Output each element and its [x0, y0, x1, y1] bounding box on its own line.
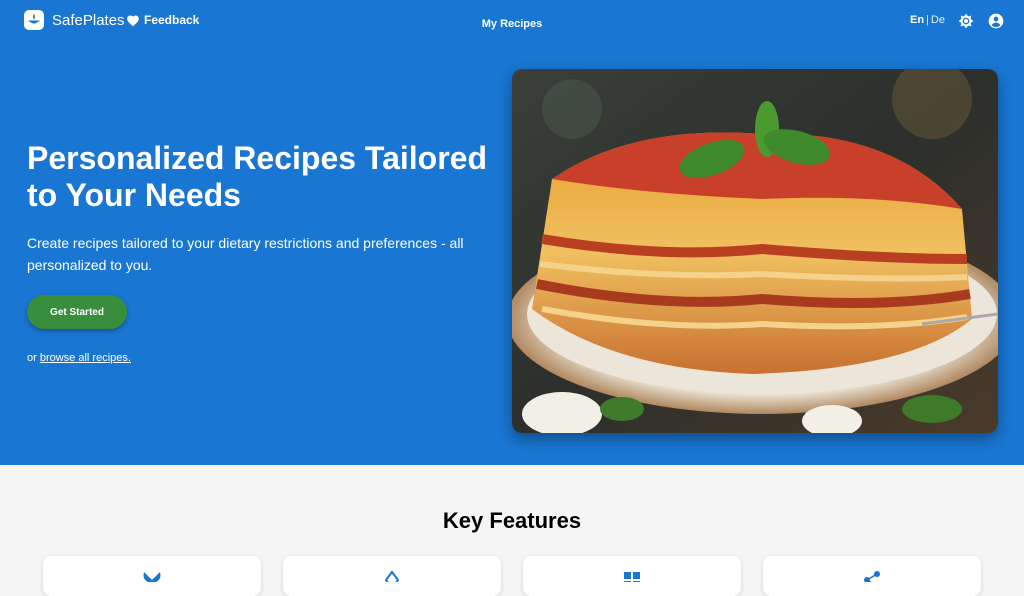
- brightness-icon: [958, 13, 974, 29]
- lang-en[interactable]: En: [910, 14, 924, 26]
- browse-prefix: or: [27, 352, 40, 364]
- feature-card: [523, 556, 741, 596]
- butterfly-icon: [142, 570, 162, 582]
- hero-section: SafePlates Feedback My Recipes En | De P…: [0, 0, 1024, 465]
- feature-card: [43, 556, 261, 596]
- lasagna-photo: [512, 69, 998, 433]
- hero-headline: Personalized Recipes Tailored to Your Ne…: [27, 140, 488, 213]
- feedback-label: Feedback: [144, 13, 200, 27]
- browse-text: or browse all recipes.: [27, 352, 131, 364]
- feature-card: [283, 556, 501, 596]
- top-navbar: SafePlates Feedback My Recipes En | De: [0, 0, 1024, 42]
- account-button[interactable]: [988, 13, 1004, 29]
- get-started-button[interactable]: Get Started: [27, 295, 127, 329]
- safeplates-logo-icon: [24, 10, 44, 30]
- diamond-icon: [382, 570, 402, 582]
- account-circle-icon: [988, 13, 1004, 29]
- key-features-title: Key Features: [442, 508, 582, 533]
- grid-icon: [622, 570, 642, 582]
- lang-separator: |: [926, 14, 929, 26]
- brand-name: SafePlates: [52, 11, 125, 29]
- share-icon: [862, 570, 882, 582]
- feature-card: [763, 556, 981, 596]
- hero-subtitle: Create recipes tailored to your dietary …: [27, 235, 464, 273]
- language-switcher: En | De: [910, 14, 945, 26]
- browse-all-recipes-link[interactable]: browse all recipes.: [40, 352, 131, 364]
- lang-de[interactable]: De: [931, 14, 945, 26]
- theme-toggle-button[interactable]: [958, 13, 974, 29]
- heart-icon: [127, 15, 139, 26]
- brand-link[interactable]: SafePlates: [24, 10, 125, 30]
- nav-my-recipes[interactable]: My Recipes: [482, 18, 543, 30]
- feedback-link[interactable]: Feedback: [126, 13, 199, 27]
